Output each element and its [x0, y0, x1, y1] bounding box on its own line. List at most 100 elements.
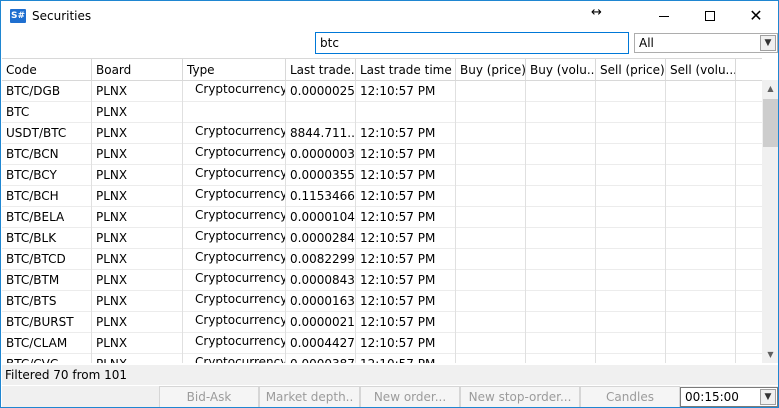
cell-board: PLNX: [92, 186, 183, 207]
cell-board: PLNX: [92, 228, 183, 249]
cell-last-trade-price: [286, 102, 356, 123]
cell-last-trade-price: 0.11534665: [286, 186, 356, 207]
cell-type: Cryptocurrency: [183, 186, 286, 207]
scroll-up-icon[interactable]: ▲: [762, 80, 778, 97]
cell-buy-volume: [526, 270, 596, 291]
cell-type: Cryptocurrency: [183, 291, 286, 312]
new-order-button[interactable]: New order...: [360, 386, 460, 407]
scrollbar-thumb[interactable]: [763, 99, 778, 147]
table-row[interactable]: BTC/BCN PLNX Cryptocurrency 0.0000003 12:10:…: [2, 144, 762, 165]
cell-buy-volume: [526, 186, 596, 207]
column-header-sell-volume[interactable]: Sell (volu...: [666, 59, 736, 81]
cell-last-trade-price: 0.00044272: [286, 333, 356, 354]
cell-last-trade-price: 0.00822999: [286, 249, 356, 270]
cell-sell-price: [596, 249, 666, 270]
timeframe-value: 00:15:00: [685, 390, 739, 404]
table-row[interactable]: BTC/BCH PLNX Cryptocurrency 0.11534665 12:10…: [2, 186, 762, 207]
table-row[interactable]: BTC/CVCPLNXCryptocurrency0.0000387812:10…: [2, 354, 762, 363]
cell-last-trade-time: 12:10:57 PM: [356, 333, 456, 354]
cell-buy-price: [456, 228, 526, 249]
chevron-down-icon[interactable]: ▼: [760, 389, 776, 405]
column-header-board[interactable]: Board: [92, 59, 183, 81]
cell-last-trade-time: 12:10:57 PM: [356, 312, 456, 333]
minimize-button[interactable]: [641, 1, 687, 31]
scroll-down-icon[interactable]: ▼: [762, 346, 778, 363]
cell-last-trade-price: 0.00000217: [286, 312, 356, 333]
status-bar: Filtered 70 from 101: [2, 365, 778, 385]
type-filter-select[interactable]: All ▼: [634, 33, 778, 53]
cell-code: BTC/BURST: [2, 312, 92, 333]
cell-type: [183, 102, 286, 123]
cell-code: BTC/BCN: [2, 144, 92, 165]
new-stop-order-button[interactable]: New stop-order...: [460, 386, 580, 407]
cell-last-trade-time: 12:10:57 PM: [356, 123, 456, 144]
candles-button[interactable]: Candles: [580, 386, 680, 407]
cell-last-trade-time: 12:10:57 PM: [356, 249, 456, 270]
cell-code: BTC/CLAM: [2, 333, 92, 354]
cell-buy-price: [456, 207, 526, 228]
column-header-buy-volume[interactable]: Buy (volu...: [526, 59, 596, 81]
market-depth-button[interactable]: Market depth..: [259, 386, 360, 407]
table-row[interactable]: BTC/BTCD PLNX Cryptocurrency 0.00822999 12:1…: [2, 249, 762, 270]
cell-sell-price: [596, 102, 666, 123]
bid-ask-button[interactable]: Bid-Ask: [159, 386, 259, 407]
maximize-button[interactable]: [687, 1, 733, 31]
search-input[interactable]: [315, 32, 629, 54]
cell-sell-price: [596, 354, 666, 363]
column-header-last-trade-time[interactable]: Last trade time: [356, 59, 456, 81]
cell-type: Cryptocurrency: [183, 207, 286, 228]
column-header-code[interactable]: Code: [2, 59, 92, 81]
cell-sell-volume: [666, 354, 736, 363]
securities-window: S# Securities ↔ ✕ All ▼ Code Board Type …: [0, 0, 779, 408]
cell-last-trade-time: 12:10:57 PM: [356, 165, 456, 186]
cell-buy-volume: [526, 312, 596, 333]
cell-board: PLNX: [92, 123, 183, 144]
cell-sell-volume: [666, 249, 736, 270]
cell-buy-price: [456, 270, 526, 291]
column-header-filler: [736, 59, 762, 81]
column-header-last-trade-price[interactable]: Last trade...: [286, 59, 356, 81]
table-row[interactable]: USDT/BTC PLNX Cryptocurrency 8844.711... 12:…: [2, 123, 762, 144]
cell-buy-price: [456, 144, 526, 165]
table-row[interactable]: BTC/CLAM PLNX Cryptocurrency 0.00044272 12:1…: [2, 333, 762, 354]
cell-code: BTC/BELA: [2, 207, 92, 228]
cell-sell-volume: [666, 102, 736, 123]
cell-type: Cryptocurrency: [183, 165, 286, 186]
cell-buy-price: [456, 312, 526, 333]
cell-board: PLNX: [92, 207, 183, 228]
securities-grid: Code Board Type Last trade... Last trade…: [2, 58, 762, 363]
column-header-buy-price[interactable]: Buy (price): [456, 59, 526, 81]
table-row[interactable]: BTC/DGB PLNX Cryptocurrency 0.00000259 12:10…: [2, 81, 762, 102]
cell-buy-price: [456, 249, 526, 270]
cell-sell-volume: [666, 123, 736, 144]
cell-buy-volume: [526, 228, 596, 249]
timeframe-select[interactable]: 00:15:00 ▼: [680, 387, 778, 407]
column-header-type[interactable]: Type: [183, 59, 286, 81]
cell-type: Cryptocurrency: [183, 144, 286, 165]
cell-board: PLNX: [92, 102, 183, 123]
cell-buy-price: [456, 81, 526, 102]
table-row[interactable]: BTC/BTM PLNX Cryptocurrency 0.00008436 12:10…: [2, 270, 762, 291]
cell-buy-volume: [526, 81, 596, 102]
vertical-scrollbar[interactable]: ▲ ▼: [762, 80, 778, 363]
table-row[interactable]: BTC/BLK PLNX Cryptocurrency 0.00002849 12:10…: [2, 228, 762, 249]
cell-sell-price: [596, 165, 666, 186]
cell-code: BTC/BLK: [2, 228, 92, 249]
table-row[interactable]: BTC/BTS PLNX Cryptocurrency 0.00001631 12:10…: [2, 291, 762, 312]
cell-last-trade-time: 12:10:57 PM: [356, 144, 456, 165]
cell-board: PLNX: [92, 312, 183, 333]
close-button[interactable]: ✕: [733, 1, 778, 31]
cell-type: Cryptocurrency: [183, 333, 286, 354]
column-header-sell-price[interactable]: Sell (price): [596, 59, 666, 81]
cell-sell-price: [596, 270, 666, 291]
table-row[interactable]: BTC/BCY PLNX Cryptocurrency 0.00003553 12:10…: [2, 165, 762, 186]
cell-buy-price: [456, 186, 526, 207]
table-row[interactable]: BTC/BELA PLNX Cryptocurrency 0.00001046 12:1…: [2, 207, 762, 228]
cell-board: PLNX: [92, 144, 183, 165]
table-row[interactable]: BTC PLNX: [2, 102, 762, 123]
chevron-down-icon[interactable]: ▼: [760, 35, 776, 51]
table-row[interactable]: BTC/BURST PLNX Cryptocurrency 0.00000217 12:…: [2, 312, 762, 333]
cell-type: Cryptocurrency: [183, 312, 286, 333]
cell-sell-price: [596, 333, 666, 354]
cell-buy-volume: [526, 102, 596, 123]
